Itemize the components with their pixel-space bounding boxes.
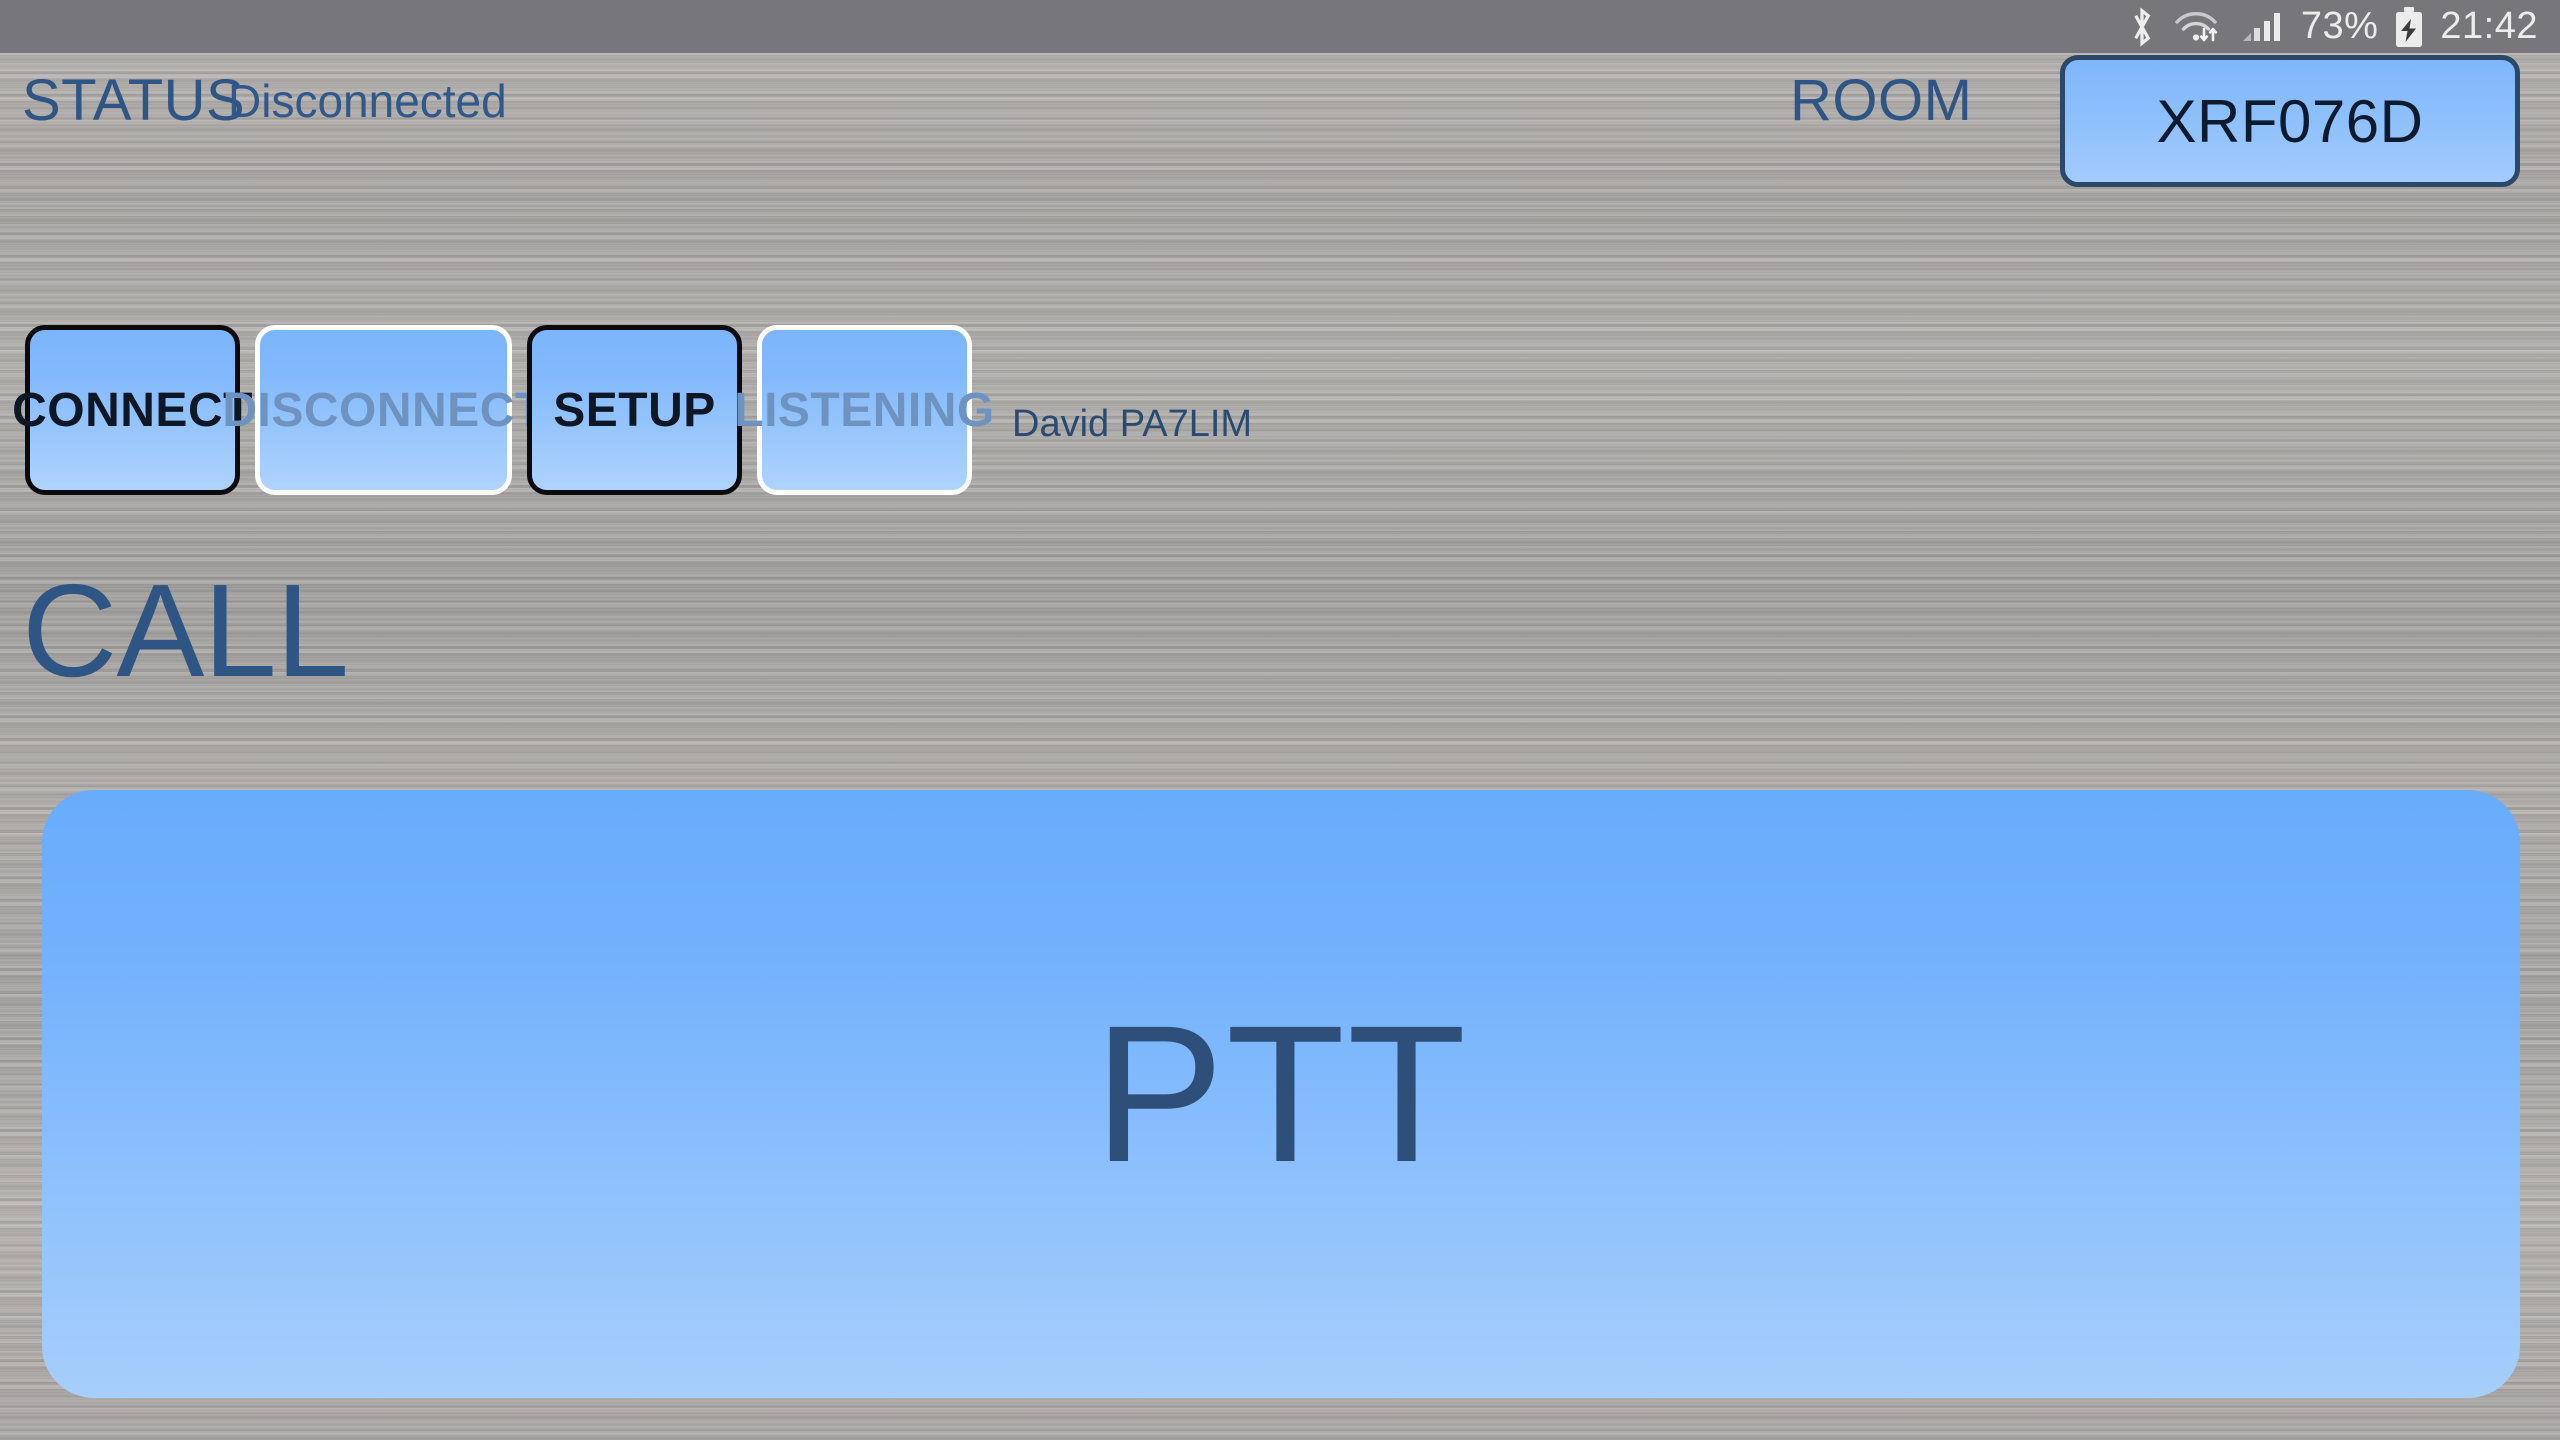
bluetooth-icon xyxy=(2127,6,2157,47)
room-button-label: XRF076D xyxy=(2156,87,2424,155)
battery-charging-icon xyxy=(2392,6,2426,48)
status-bar-clock: 21:42 xyxy=(2440,5,2538,47)
connect-button[interactable]: CONNECT xyxy=(12,325,252,495)
ptt-button[interactable]: PTT xyxy=(42,790,2520,1398)
room-button[interactable]: XRF076D xyxy=(2060,55,2520,187)
connect-button-label: CONNECT xyxy=(12,383,253,437)
listening-button-label: LISTENING xyxy=(734,383,995,437)
setup-button-label: SETUP xyxy=(553,383,716,437)
app-root: 73% 21:42 STATUS Disconnected ROOM XRF07… xyxy=(0,0,2560,1440)
disconnect-button-label: DISCONNECT xyxy=(222,383,545,437)
call-label: CALL xyxy=(22,557,349,704)
signal-icon xyxy=(2241,7,2287,47)
listening-button[interactable]: LISTENING xyxy=(734,325,994,495)
wifi-icon xyxy=(2171,7,2227,47)
android-status-bar: 73% 21:42 xyxy=(0,0,2560,53)
status-value: Disconnected xyxy=(228,75,507,127)
status-label: STATUS xyxy=(22,68,246,133)
room-label: ROOM xyxy=(1790,68,1973,133)
disconnect-button[interactable]: DISCONNECT xyxy=(222,325,544,495)
battery-percent: 73% xyxy=(2300,5,2379,47)
callsign-text: David PA7LIM xyxy=(1012,403,1253,445)
ptt-button-label: PTT xyxy=(1093,984,1469,1203)
setup-button[interactable]: SETUP xyxy=(527,325,742,495)
